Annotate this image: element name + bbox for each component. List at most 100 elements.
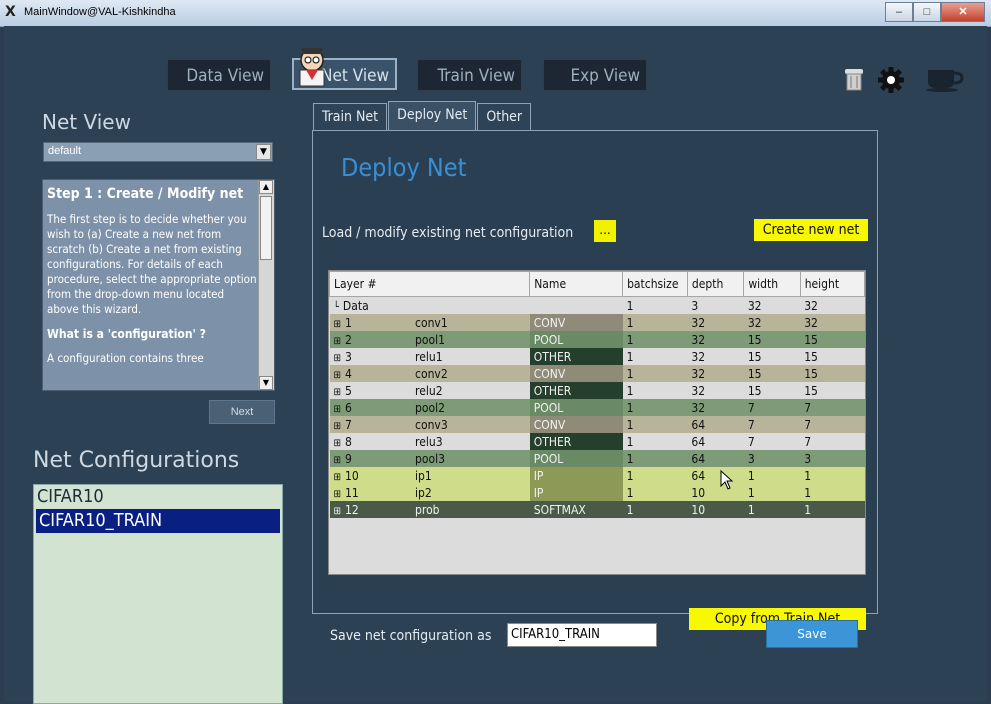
expand-plus-icon[interactable]: ⊞ <box>334 404 342 415</box>
expand-plus-icon[interactable]: ⊞ <box>334 438 342 449</box>
cell-depth: 32 <box>691 349 706 364</box>
wizard-scrollbar[interactable]: ▲ ▼ <box>258 180 274 390</box>
table-row[interactable]: └ Data 1 3 32 32 <box>329 296 865 315</box>
chevron-down-icon[interactable]: ▼ <box>256 144 271 160</box>
dropdown-value: default <box>48 145 82 157</box>
layer-name: ip1 <box>415 468 432 483</box>
cell-height: 15 <box>804 383 818 398</box>
expand-plus-icon[interactable]: ⊞ <box>334 506 342 517</box>
expand-plus-icon[interactable]: ⊞ <box>334 319 342 330</box>
cell-depth: 32 <box>691 383 706 398</box>
table-row[interactable]: ⊞ 3 relu1 OTHER 1 32 15 15 <box>329 348 865 365</box>
expand-plus-icon[interactable]: ⊞ <box>334 472 342 483</box>
table-row[interactable]: ⊞ 4 conv2 CONV 1 32 15 15 <box>329 365 865 382</box>
layer-number: 1 <box>345 315 352 330</box>
config-list[interactable]: CIFAR10 CIFAR10_TRAIN <box>33 484 283 704</box>
cell-batchsize: 1 <box>626 349 634 364</box>
window-titlebar: X MainWindow@VAL-Kishkindha – □ ✕ <box>0 0 991 27</box>
save-config-label: Save net configuration as <box>330 628 492 644</box>
scroll-up-icon[interactable]: ▲ <box>259 180 273 194</box>
cell-layer: ⊞ 8 relu3 <box>330 433 530 450</box>
config-item-cifar10[interactable]: CIFAR10 <box>34 485 282 509</box>
trash-icon[interactable] <box>842 66 866 92</box>
cell-type: IP <box>529 467 623 484</box>
cell-height: 32 <box>804 315 818 330</box>
config-name-input[interactable]: CIFAR10_TRAIN <box>507 623 657 647</box>
browse-button[interactable]: ... <box>594 220 616 242</box>
mascot-icon <box>299 48 325 87</box>
layer-number: 2 <box>345 332 352 347</box>
minimize-button[interactable]: – <box>885 2 913 22</box>
expand-plus-icon[interactable]: ⊞ <box>334 336 342 347</box>
table-row[interactable]: ⊞ 1 conv1 CONV 1 32 32 32 <box>329 314 865 331</box>
layer-name: relu1 <box>415 349 443 364</box>
exp-view-button[interactable]: Exp View <box>543 59 647 91</box>
wizard-tail: A configuration contains three <box>47 351 204 365</box>
table-row[interactable]: ⊞ 10 ip1 IP 1 64 1 1 <box>329 467 865 484</box>
train-view-button[interactable]: Train View <box>417 59 522 91</box>
table-row[interactable]: ⊞ 8 relu3 OTHER 1 64 7 7 <box>329 433 865 450</box>
data-view-button[interactable]: Data View <box>167 59 271 91</box>
save-button[interactable]: Save <box>766 620 858 648</box>
col-header-batchsize[interactable]: batchsize <box>622 271 688 297</box>
cell-depth: 3 <box>691 298 699 313</box>
layer-number: 9 <box>345 451 352 466</box>
table-row[interactable]: ⊞ 9 pool3 POOL 1 64 3 3 <box>329 450 865 467</box>
cell-width: 7 <box>747 434 755 449</box>
layer-table[interactable]: Layer # Name batchsize depth width heigh… <box>328 270 866 575</box>
expand-plus-icon[interactable]: ⊞ <box>334 489 342 500</box>
expand-plus-icon[interactable]: ⊞ <box>334 370 342 381</box>
cell-layer: ⊞ 11 ip2 <box>330 484 530 501</box>
cell-type: POOL <box>529 399 623 416</box>
tab-deploy-net[interactable]: Deploy Net <box>388 101 477 130</box>
maximize-button[interactable]: □ <box>913 2 941 22</box>
cell-layer: └ Data <box>330 297 530 315</box>
cell-depth: 32 <box>691 315 706 330</box>
cell-width: 32 <box>747 298 762 313</box>
cell-width: 3 <box>747 451 755 466</box>
expand-plus-icon[interactable]: ⊞ <box>334 353 342 364</box>
load-config-label: Load / modify existing net configuration <box>322 225 574 241</box>
col-header-name[interactable]: Name <box>529 271 624 297</box>
table-row[interactable]: ⊞ 2 pool1 POOL 1 32 15 15 <box>329 331 865 348</box>
cell-depth: 64 <box>691 417 706 432</box>
scroll-down-icon[interactable]: ▼ <box>259 376 273 390</box>
col-header-layer[interactable]: Layer # <box>329 271 531 297</box>
col-header-height[interactable]: height <box>799 271 865 297</box>
scroll-thumb[interactable] <box>260 196 272 260</box>
layer-name: pool2 <box>415 400 445 415</box>
next-button[interactable]: Next <box>209 400 275 424</box>
cell-batchsize: 1 <box>626 451 634 466</box>
table-row[interactable]: ⊞ 6 pool2 POOL 1 32 7 7 <box>329 399 865 416</box>
expand-plus-icon[interactable]: ⊞ <box>334 455 342 466</box>
cell-height: 1 <box>804 468 812 483</box>
col-header-width[interactable]: width <box>743 271 801 297</box>
cell-batchsize: 1 <box>626 434 634 449</box>
layer-table-grid: Layer # Name batchsize depth width heigh… <box>329 271 865 518</box>
net-mode-dropdown[interactable]: default ▼ <box>43 142 273 162</box>
expand-plus-icon[interactable]: ⊞ <box>334 421 342 432</box>
cell-type: POOL <box>529 331 623 348</box>
layer-number: Data <box>342 298 369 313</box>
close-button[interactable]: ✕ <box>941 2 985 22</box>
layer-number: 11 <box>345 485 359 500</box>
layer-number: 6 <box>345 400 352 415</box>
table-row[interactable]: ⊞ 5 relu2 OTHER 1 32 15 15 <box>329 382 865 399</box>
expand-plus-icon[interactable]: ⊞ <box>334 387 342 398</box>
tab-train-net[interactable]: Train Net <box>313 103 388 130</box>
create-new-net-button[interactable]: Create new net <box>754 219 868 241</box>
cell-depth: 64 <box>691 468 706 483</box>
table-row[interactable]: ⊞ 7 conv3 CONV 1 64 7 7 <box>329 416 865 433</box>
app-x-icon: X <box>5 4 16 20</box>
table-row[interactable]: ⊞ 11 ip2 IP 1 10 1 1 <box>329 484 865 501</box>
col-header-depth[interactable]: depth <box>686 271 745 297</box>
config-item-cifar10-train[interactable]: CIFAR10_TRAIN <box>36 509 280 533</box>
table-row[interactable]: ⊞ 12 prob SOFTMAX 1 10 1 1 <box>329 501 865 518</box>
layer-number: 5 <box>345 383 352 398</box>
cell-height: 7 <box>804 417 812 432</box>
coffee-cup-icon[interactable] <box>924 66 964 92</box>
gear-icon[interactable] <box>876 66 906 94</box>
tab-other[interactable]: Other <box>477 103 532 130</box>
cell-height: 15 <box>804 332 818 347</box>
cell-type: CONV <box>529 416 623 433</box>
